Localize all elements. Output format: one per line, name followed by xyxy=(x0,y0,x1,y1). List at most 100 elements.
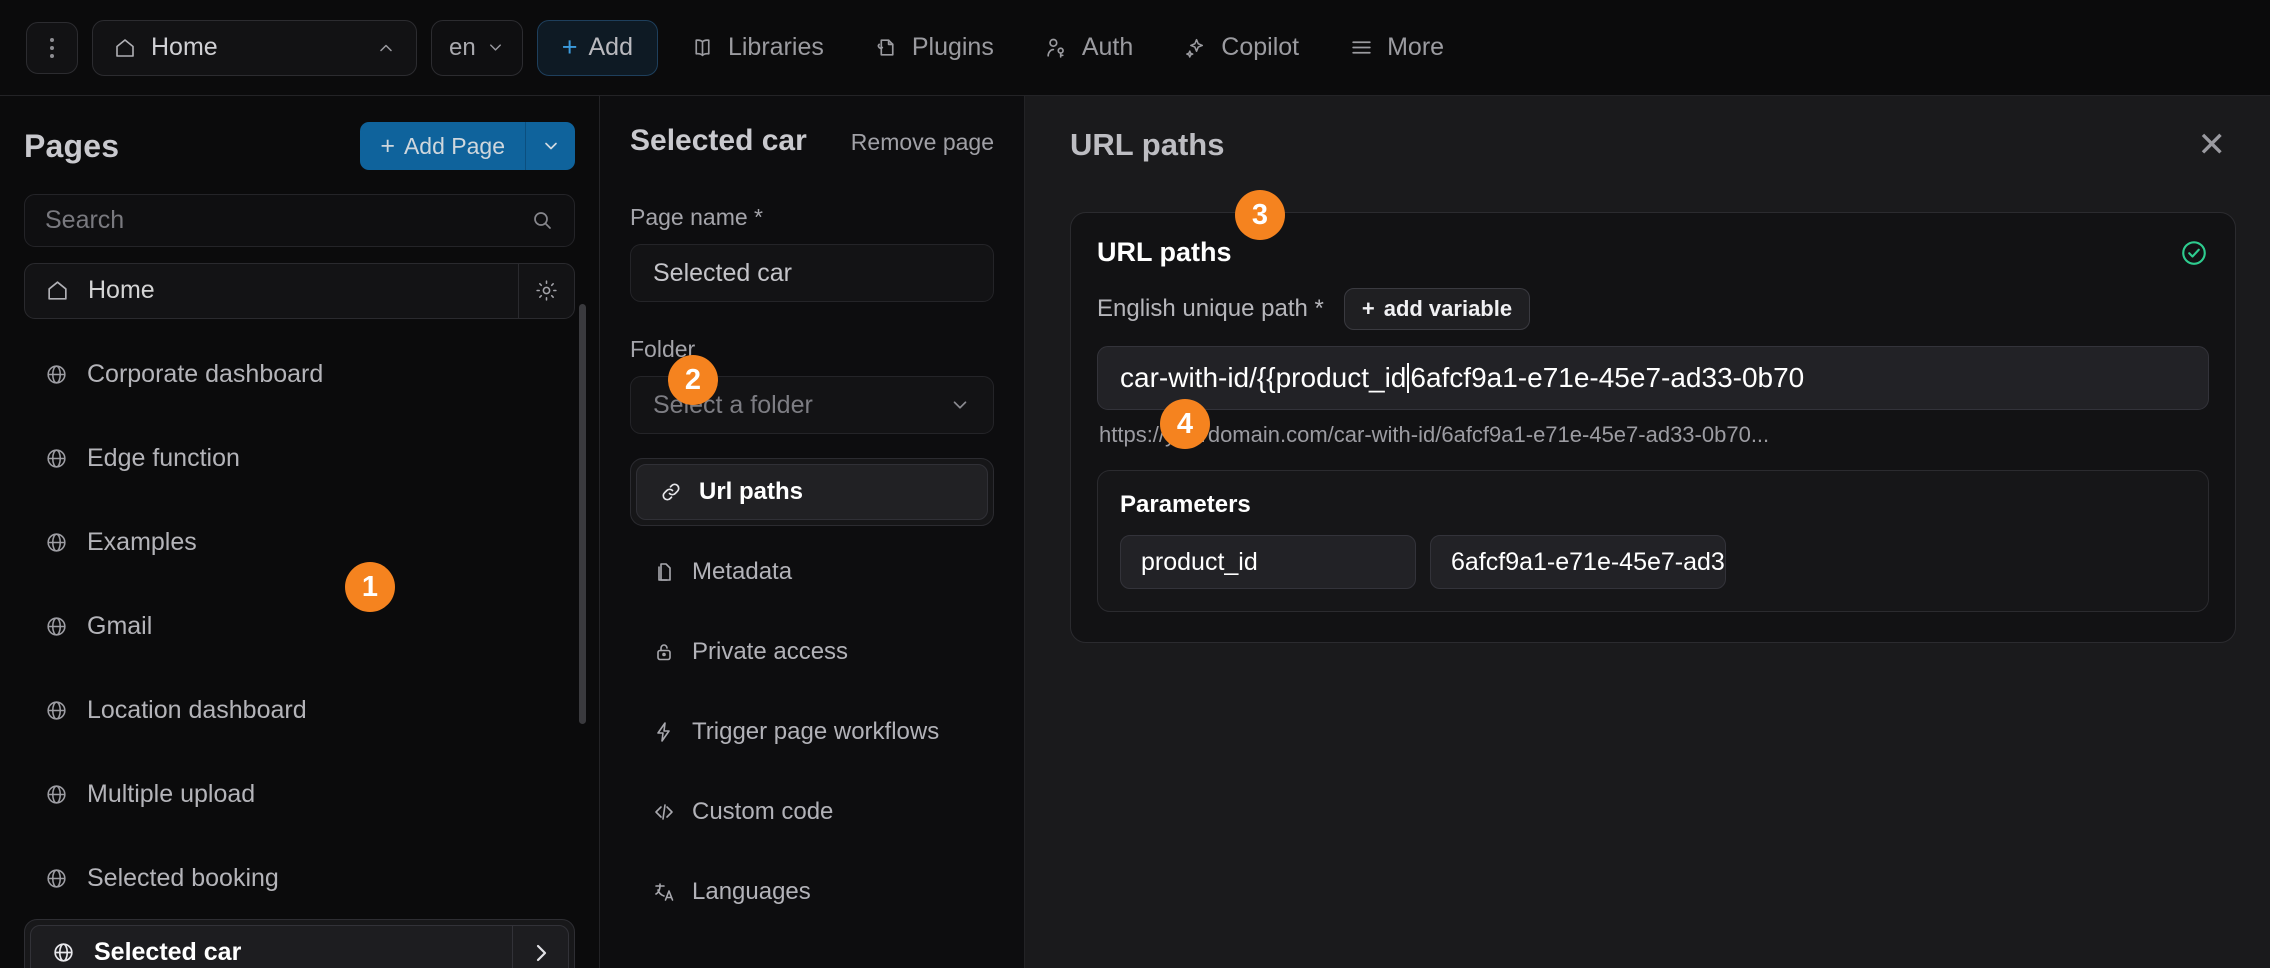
add-button[interactable]: + Add xyxy=(536,19,658,76)
folder-select[interactable]: Select a folder xyxy=(630,376,994,434)
url-paths-header: URL paths ✕ xyxy=(1070,124,2236,166)
parameter-value-input[interactable]: 6afcf9a1-e71e-45e7-ad33 xyxy=(1430,535,1726,589)
sidebar-item-examples[interactable]: Examples xyxy=(24,517,575,569)
language-selector[interactable]: en xyxy=(431,19,523,76)
top-toolbar: Home en + Add Libraries Plugins Auth Cop… xyxy=(0,0,2270,96)
globe-icon xyxy=(44,530,69,555)
toolbar-item-label: Libraries xyxy=(727,33,824,61)
pages-search-input[interactable]: Search xyxy=(24,194,575,247)
sidebar-item-location-dashboard[interactable]: Location dashboard xyxy=(24,685,575,737)
book-icon xyxy=(690,35,715,60)
hamburger-icon xyxy=(1349,35,1374,60)
sidebar-item-multiple-upload[interactable]: Multiple upload xyxy=(24,769,575,821)
chevron-down-icon xyxy=(541,136,561,156)
text-caret xyxy=(1407,363,1410,393)
page-settings-panel: Selected car Remove page Page name * Sel… xyxy=(600,96,1025,968)
sidebar-item-edge-function[interactable]: Edge function xyxy=(24,433,575,485)
nav-item-label: Languages xyxy=(692,878,811,905)
sidebar-item-label: Location dashboard xyxy=(87,696,307,725)
parameter-value-value: 6afcf9a1-e71e-45e7-ad33 xyxy=(1451,547,1726,576)
nav-item-label: Trigger page workflows xyxy=(692,718,940,745)
check-circle-icon xyxy=(2179,238,2209,268)
folder-label: Folder xyxy=(630,336,696,362)
unique-path-label: English unique path * xyxy=(1097,295,1324,322)
sidebar-item-selected-car-wrapper: Selected car xyxy=(24,918,575,968)
parameters-section: Parameters product_id 6afcf9a1-e71e-45e7… xyxy=(1097,470,2209,612)
page-name-label: Page name * xyxy=(630,204,763,230)
nav-item-custom-code[interactable]: Custom code xyxy=(630,786,994,838)
file-icon xyxy=(652,560,676,584)
nav-item-url-paths[interactable]: Url paths xyxy=(636,464,988,520)
pages-scrollbar[interactable] xyxy=(579,304,586,724)
search-icon xyxy=(530,208,554,232)
home-page-selector[interactable]: Home xyxy=(92,19,417,76)
kebab-menu-button[interactable] xyxy=(26,21,78,74)
nav-item-languages[interactable]: Languages xyxy=(630,866,994,918)
nav-item-metadata[interactable]: Metadata xyxy=(630,546,994,598)
sidebar-item-label: Examples xyxy=(87,528,197,557)
sidebar-item-label: Multiple upload xyxy=(87,780,256,809)
pages-sidebar: Pages + Add Page Search Home Corporate d… xyxy=(0,96,600,968)
add-variable-button[interactable]: + add variable xyxy=(1343,288,1531,330)
unique-path-value-before: car-with-id/{{product_id xyxy=(1120,362,1407,393)
globe-icon xyxy=(44,446,69,471)
user-key-icon xyxy=(1044,35,1069,60)
unique-path-row: English unique path * + add variable xyxy=(1097,288,2209,330)
toolbar-item-label: Copilot xyxy=(1221,33,1300,61)
sidebar-item-label: Gmail xyxy=(87,612,153,641)
remove-page-button[interactable]: Remove page xyxy=(851,129,994,156)
page-name-input[interactable]: Selected car xyxy=(630,244,994,302)
globe-icon xyxy=(44,866,69,891)
add-page-label: Add Page xyxy=(403,132,505,159)
url-paths-card: URL paths English unique path * + add va… xyxy=(1070,212,2236,643)
nav-item-trigger-page-workflows[interactable]: Trigger page workflows xyxy=(630,706,994,758)
kebab-menu-icon xyxy=(50,37,54,58)
add-variable-label: add variable xyxy=(1383,296,1513,321)
parameter-key-input[interactable]: product_id xyxy=(1120,535,1416,589)
lock-icon xyxy=(652,640,676,664)
sidebar-item-label: Corporate dashboard xyxy=(87,360,324,389)
add-page-button[interactable]: + Add Page xyxy=(360,122,525,170)
toolbar-item-label: More xyxy=(1387,33,1445,61)
nav-item-url-paths-wrapper: Url paths xyxy=(630,458,994,526)
toolbar-item-plugins[interactable]: Plugins xyxy=(856,20,1012,76)
plus-icon: + xyxy=(380,131,395,160)
nav-item-label: Metadata xyxy=(692,558,793,585)
globe-icon xyxy=(44,362,69,387)
pages-sidebar-header: Pages + Add Page xyxy=(0,96,599,184)
url-paths-card-header: URL paths xyxy=(1097,237,2209,268)
close-icon[interactable]: ✕ xyxy=(2188,124,2237,166)
sidebar-item-label: Home xyxy=(88,276,155,305)
home-selector-label: Home xyxy=(151,33,218,61)
chevron-right-icon[interactable] xyxy=(512,925,568,968)
toolbar-item-copilot[interactable]: Copilot xyxy=(1165,20,1317,76)
unique-path-input[interactable]: car-with-id/{{product_id 6afcf9a1-e71e-45… xyxy=(1097,346,2209,410)
add-page-dropdown-button[interactable] xyxy=(525,122,575,170)
sidebar-item-selected-booking[interactable]: Selected booking xyxy=(24,853,575,905)
sidebar-item-home[interactable]: Home xyxy=(24,262,575,319)
link-icon xyxy=(659,480,683,504)
nav-item-label: Custom code xyxy=(692,798,834,825)
nav-item-label: Private access xyxy=(692,638,849,665)
url-paths-panel: URL paths ✕ URL paths English unique pat… xyxy=(1025,96,2270,968)
sidebar-item-selected-car[interactable]: Selected car xyxy=(30,924,569,968)
toolbar-item-libraries[interactable]: Libraries xyxy=(672,20,842,76)
plugin-icon xyxy=(874,35,899,60)
plus-icon: + xyxy=(561,32,578,62)
sidebar-item-gmail[interactable]: Gmail xyxy=(24,601,575,653)
pages-search-placeholder: Search xyxy=(45,205,125,234)
chevron-up-icon xyxy=(376,38,396,58)
toolbar-item-auth[interactable]: Auth xyxy=(1026,20,1151,76)
nav-item-private-access[interactable]: Private access xyxy=(630,626,994,678)
parameters-title: Parameters xyxy=(1120,491,1251,518)
chevron-down-icon xyxy=(949,394,971,416)
sidebar-item-corporate-dashboard[interactable]: Corporate dashboard xyxy=(24,349,575,401)
translate-icon xyxy=(652,880,676,904)
toolbar-item-more[interactable]: More xyxy=(1331,20,1462,76)
pages-title: Pages xyxy=(24,127,120,164)
add-page-group: + Add Page xyxy=(360,122,575,170)
url-paths-card-title: URL paths xyxy=(1097,237,1232,267)
page-settings-nav: Url paths Metadata Private access Trigge… xyxy=(630,458,994,918)
page-settings-title: Selected car xyxy=(630,124,807,157)
gear-icon[interactable] xyxy=(518,263,574,318)
